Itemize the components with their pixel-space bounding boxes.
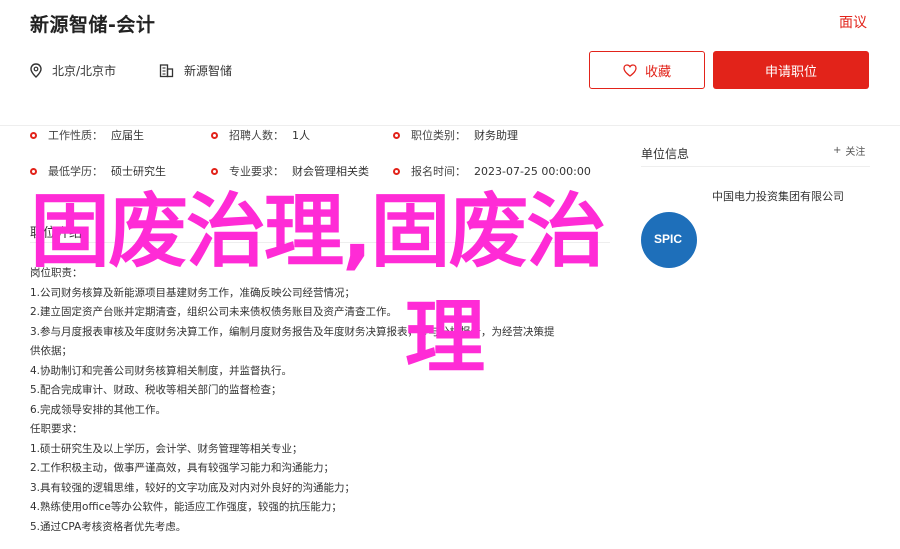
description-line: 1.公司财务核算及新能源项目基建财务工作，准确反映公司经营情况；: [30, 286, 356, 299]
bullet-icon: [393, 131, 400, 139]
company-text: 新源智储: [184, 64, 233, 78]
info-key: 招聘人数：: [229, 129, 284, 142]
info-key: 专业要求：: [229, 165, 284, 178]
overlay-text-line1: 固废治理,固废治: [30, 185, 606, 278]
info-value: 财务助理: [474, 129, 518, 142]
description-line: 3.参与月度报表审核及年度财务决算工作，编制月度财务报告及年度财务决算报表，参与…: [30, 325, 555, 338]
info-key: 最低学历：: [48, 165, 103, 178]
description-line: 任职要求：: [30, 423, 83, 435]
bullet-icon: [30, 131, 37, 139]
info-value: 应届生: [111, 129, 144, 142]
divider: [641, 166, 870, 167]
info-value: 硕士研究生: [111, 165, 166, 178]
info-deadline: 报名时间： 2023-07-25 00:00:00: [393, 163, 591, 179]
description-line: 4.熟练使用office等办公软件，能适应工作强度，较强的抗压能力；: [30, 501, 342, 513]
plus-icon: +: [833, 145, 842, 156]
apply-button[interactable]: 申请职位: [713, 51, 869, 89]
heart-icon: [623, 63, 637, 77]
location-meta: 北京/北京市: [30, 62, 116, 79]
favorite-label: 收藏: [644, 64, 671, 80]
job-header: 新源智储-会计 面议 北京/北京市 新源智储 收藏 申请职位: [0, 0, 900, 126]
description-line: 5.通过CPA考核资格者优先考虑。: [30, 520, 187, 533]
bullet-icon: [211, 167, 218, 175]
description-line: 4.协助制订和完善公司财务核算相关制度，并监督执行。: [30, 364, 293, 377]
description-line: 供依据；: [30, 345, 72, 357]
info-value: 财会管理相关类: [292, 165, 369, 178]
info-work-nature: 工作性质： 应届生: [30, 127, 144, 143]
building-icon: [159, 64, 174, 78]
description-line: 5.配合完成审计、财政、税收等相关部门的监督检查；: [30, 384, 282, 396]
bullet-icon: [30, 167, 37, 175]
company-name[interactable]: 中国电力投资集团有限公司: [712, 188, 844, 204]
follow-link[interactable]: + 关注: [833, 143, 865, 158]
salary-label: 面议: [839, 15, 867, 31]
info-key: 报名时间：: [411, 165, 466, 178]
description-line: 2.建立固定资产台账并定期清查，组织公司未来债权债务账目及资产清查工作。: [30, 306, 398, 318]
info-key: 工作性质：: [48, 129, 103, 142]
page-title: 新源智储-会计: [30, 14, 156, 36]
description-line: 3.具有较强的逻辑思维，较好的文字功底及对内对外良好的沟通能力；: [30, 481, 356, 494]
overlay-text-line2: 理: [405, 291, 485, 384]
info-major: 专业要求： 财会管理相关类: [211, 163, 369, 179]
info-headcount: 招聘人数： 1人: [211, 127, 310, 143]
company-logo-text: SPIC: [654, 232, 683, 246]
description-line: 2.工作积极主动，做事严谨高效，具有较强学习能力和沟通能力；: [30, 462, 335, 474]
company-meta: 新源智储: [159, 62, 232, 79]
description-line: 6.完成领导安排的其他工作。: [30, 403, 167, 416]
info-key: 职位类别：: [411, 129, 466, 142]
location-text: 北京/北京市: [52, 64, 117, 78]
info-education: 最低学历： 硕士研究生: [30, 163, 166, 179]
info-category: 职位类别： 财务助理: [393, 127, 518, 143]
bullet-icon: [211, 131, 218, 139]
company-panel-title: 单位信息: [641, 147, 690, 161]
follow-label: 关注: [845, 147, 866, 158]
info-value: 2023-07-25 00:00:00: [474, 164, 591, 178]
description-line: 1.硕士研究生及以上学历，会计学、财务管理等相关专业；: [30, 442, 303, 455]
favorite-button[interactable]: 收藏: [589, 51, 705, 89]
job-description: 岗位职责： 1.公司财务核算及新能源项目基建财务工作，准确反映公司经营情况； 2.建…: [30, 264, 605, 537]
location-pin-icon: [30, 63, 42, 78]
info-value: 1人: [292, 129, 310, 142]
bullet-icon: [393, 167, 400, 175]
